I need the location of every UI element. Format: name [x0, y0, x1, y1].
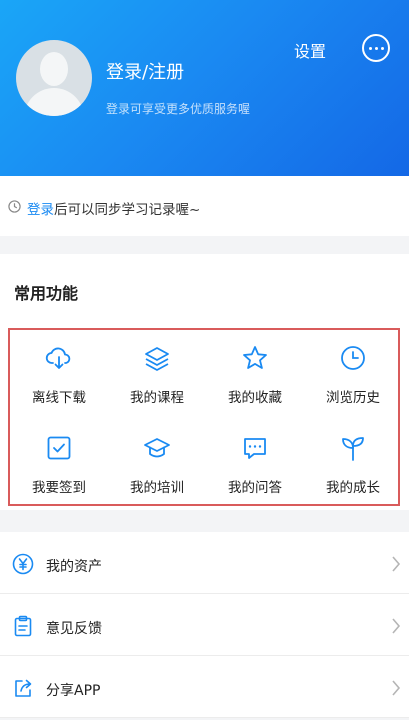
cloud-download-icon — [45, 347, 71, 369]
func-my-courses[interactable]: 我的课程 — [108, 330, 206, 410]
func-label: 我的培训 — [130, 480, 184, 496]
avatar-head-shape — [40, 52, 68, 86]
chevron-right-icon — [392, 556, 401, 572]
func-check-in[interactable]: 我要签到 — [10, 420, 108, 500]
clipboard-icon — [14, 615, 32, 637]
func-label: 我要签到 — [32, 480, 86, 496]
login-register-link[interactable]: 登录/注册 — [106, 58, 184, 84]
star-icon — [243, 346, 267, 369]
sync-login-link[interactable]: 登录 — [27, 202, 54, 218]
func-label: 浏览历史 — [326, 390, 380, 406]
func-my-growth[interactable]: 我的成长 — [304, 420, 402, 500]
func-label: 我的收藏 — [228, 390, 282, 406]
clock-icon — [341, 346, 365, 370]
chevron-right-icon — [392, 680, 401, 696]
func-my-training[interactable]: 我的培训 — [108, 420, 206, 500]
func-browse-history[interactable]: 浏览历史 — [304, 330, 402, 410]
yen-coin-icon — [12, 553, 34, 575]
share-icon — [15, 679, 32, 697]
func-label: 我的问答 — [228, 480, 282, 496]
chevron-right-icon — [392, 618, 401, 634]
common-functions-card: 常用功能 离线下载 我的课程 我的收藏 浏览历史 我要签到 我的培训 我的问答 … — [0, 254, 409, 510]
login-subtitle: 登录可享受更多优质服务喔 — [106, 102, 251, 116]
common-functions-grid: 离线下载 我的课程 我的收藏 浏览历史 我要签到 我的培训 我的问答 我的成长 — [8, 328, 400, 506]
menu-item-label: 意见反馈 — [46, 621, 102, 637]
clock-icon — [8, 200, 21, 213]
sync-reminder-bar: 登录后可以同步学习记录喔~ — [0, 176, 409, 236]
menu-item-label: 我的资产 — [46, 559, 102, 575]
func-label: 我的课程 — [130, 390, 184, 406]
menu-item-share-app[interactable]: 分享APP — [0, 656, 409, 718]
common-functions-title: 常用功能 — [14, 284, 79, 303]
profile-header: 登录/注册 登录可享受更多优质服务喔 设置 — [0, 0, 409, 176]
func-my-favorites[interactable]: 我的收藏 — [206, 330, 304, 410]
settings-button[interactable]: 设置 — [294, 38, 326, 62]
menu-item-my-assets[interactable]: 我的资产 — [0, 532, 409, 594]
func-offline-download[interactable]: 离线下载 — [10, 330, 108, 410]
sync-reminder-text: 登录后可以同步学习记录喔~ — [27, 198, 200, 218]
menu-item-feedback[interactable]: 意见反馈 — [0, 594, 409, 656]
settings-menu-list: 我的资产 意见反馈 分享APP — [0, 532, 409, 718]
checkbox-icon — [47, 436, 71, 460]
menu-item-label: 分享APP — [46, 683, 101, 699]
avatar-body-shape — [24, 88, 84, 116]
func-label: 我的成长 — [326, 480, 380, 496]
func-my-qa[interactable]: 我的问答 — [206, 420, 304, 500]
more-icon[interactable] — [362, 34, 390, 62]
sync-reminder-rest: 后可以同步学习记录喔~ — [54, 202, 201, 218]
avatar[interactable] — [16, 40, 92, 116]
chat-bubble-icon — [244, 438, 266, 459]
layers-icon — [145, 347, 169, 371]
graduation-cap-icon — [144, 438, 170, 458]
func-label: 离线下载 — [32, 390, 86, 406]
sprout-icon — [342, 437, 364, 461]
